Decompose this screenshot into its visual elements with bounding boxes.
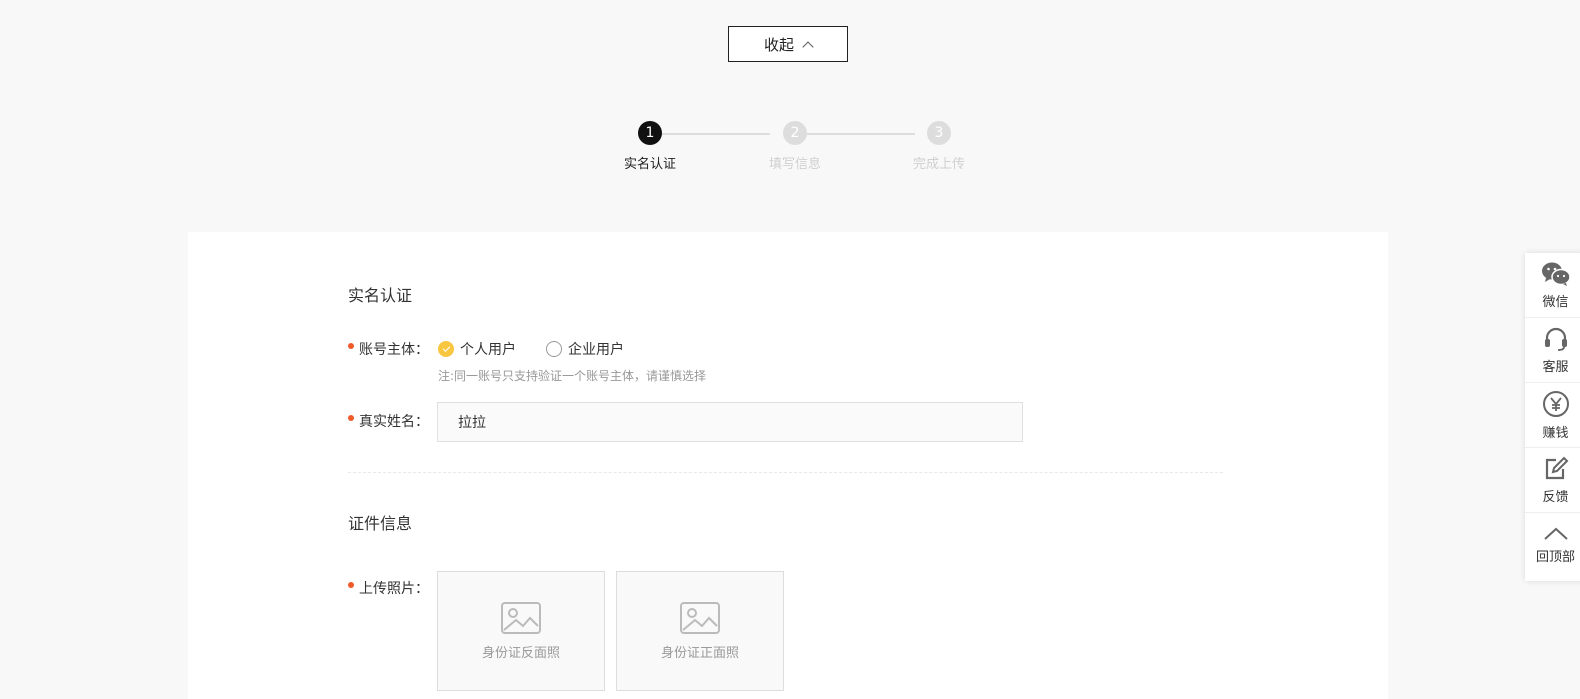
section-title-verification: 实名认证: [348, 286, 413, 305]
upload-id-back[interactable]: 身份证反面照: [437, 571, 605, 691]
step-connector: [795, 133, 915, 135]
upload-id-front[interactable]: 身份证正面照: [616, 571, 784, 691]
radio-checked-icon: [438, 341, 454, 357]
image-placeholder-icon: [680, 601, 720, 634]
sidebar-item-customer-service[interactable]: 客服: [1525, 318, 1580, 383]
radio-personal-user[interactable]: 个人用户: [438, 339, 516, 359]
account-type-label: 账号主体：: [348, 339, 429, 359]
yen-icon: [1542, 390, 1569, 417]
sidebar-item-earn-money[interactable]: 赚钱: [1525, 383, 1580, 448]
step-2-indicator: 2: [783, 121, 807, 145]
chevron-up-icon: [1543, 527, 1568, 540]
account-type-radio-group: 个人用户 企业用户: [438, 339, 624, 359]
progress-stepper: 1 2 3 实名认证 填写信息 完成上传: [600, 120, 980, 180]
sidebar-item-feedback[interactable]: 反馈: [1525, 448, 1580, 513]
real-name-label: 真实姓名：: [348, 411, 429, 431]
upload-id-front-label: 身份证正面照: [660, 645, 739, 661]
step-3-label: 完成上传: [912, 157, 965, 172]
sidebar-item-back-to-top[interactable]: 回顶部: [1525, 513, 1580, 578]
section-title-documents: 证件信息: [348, 514, 413, 533]
sidebar-item-wechat[interactable]: 微信: [1525, 253, 1580, 318]
edit-icon: [1545, 456, 1568, 479]
step-3-indicator: 3: [927, 121, 951, 145]
required-dot: [348, 582, 354, 588]
step-1-label: 实名认证: [623, 157, 676, 172]
wechat-icon: [1541, 262, 1571, 286]
headset-icon: [1544, 327, 1567, 351]
required-dot: [348, 415, 354, 421]
radio-unchecked-icon: [546, 341, 562, 357]
collapse-label: 收起: [763, 35, 794, 54]
floating-sidebar: 微信 客服 赚钱 反馈 回顶部: [1525, 253, 1580, 581]
collapse-button[interactable]: 收起: [728, 26, 848, 62]
required-dot: [348, 343, 354, 349]
section-divider: [348, 472, 1223, 473]
account-type-note: 注:同一账号只支持验证一个账号主体，请谨慎选择: [438, 369, 707, 383]
step-2-label: 填写信息: [768, 157, 821, 172]
real-name-input[interactable]: [437, 402, 1023, 442]
upload-photo-label: 上传照片：: [348, 578, 429, 598]
step-connector: [650, 133, 770, 135]
chevron-up-icon: [802, 40, 814, 53]
step-1-indicator: 1: [638, 121, 662, 145]
upload-id-back-label: 身份证反面照: [481, 645, 560, 661]
image-placeholder-icon: [501, 601, 541, 634]
form-card: 实名认证 账号主体： 个人用户 企业用户 注:同一账号只支持验证一个账号主体，请…: [188, 232, 1388, 699]
radio-enterprise-user[interactable]: 企业用户: [546, 339, 624, 359]
